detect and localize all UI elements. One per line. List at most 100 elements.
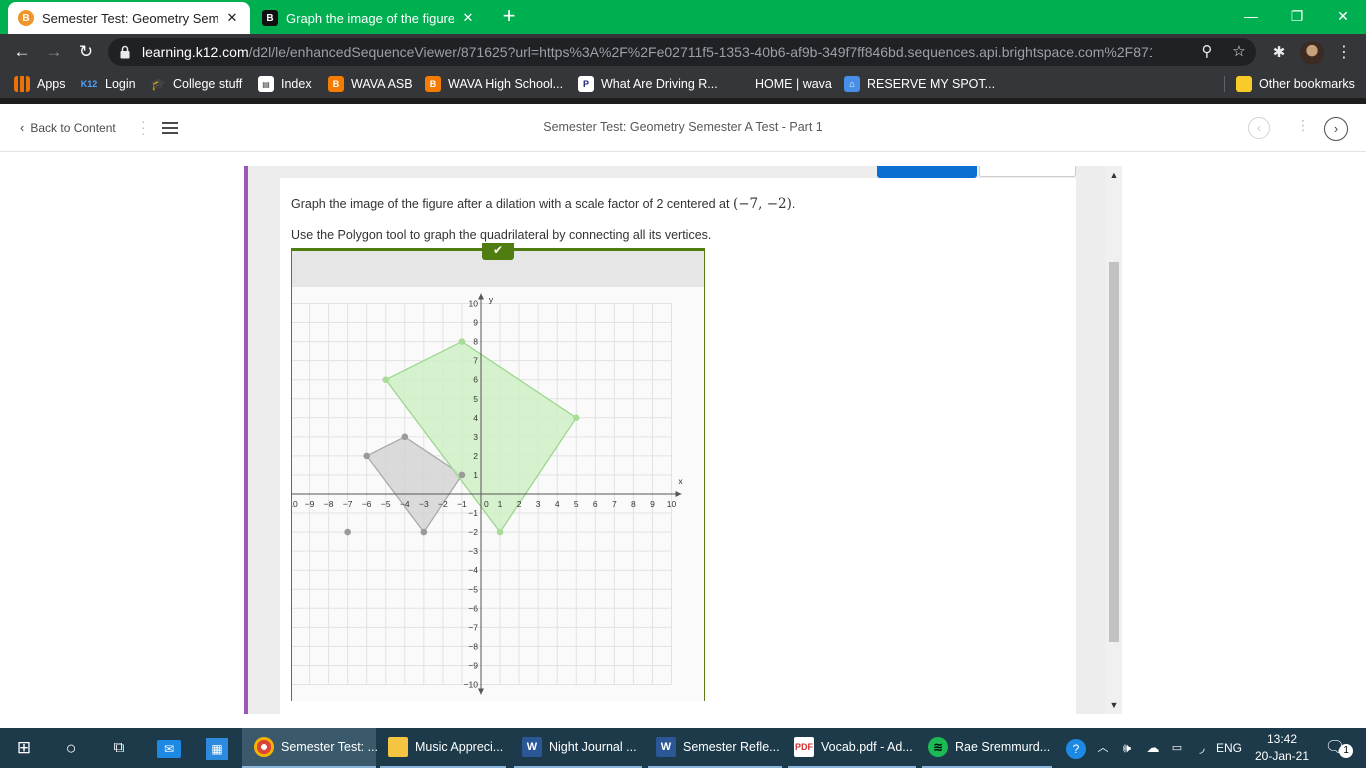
vertex-point[interactable] (572, 414, 580, 422)
tab-graph-image[interactable]: B Graph the image of the figure aft ✕ (252, 2, 486, 34)
y-tick-label: 9 (473, 318, 478, 328)
tab-title: Semester Test: Geometry Semeste (42, 10, 218, 26)
task-view-icon[interactable]: ⧉ (104, 728, 134, 768)
secondary-button[interactable] (979, 166, 1076, 177)
search-circle-icon[interactable]: ○ (56, 728, 86, 768)
close-icon[interactable]: ✕ (224, 10, 240, 26)
taskbar-night-journal[interactable]: W Night Journal ... (514, 728, 642, 768)
profile-avatar[interactable] (1300, 41, 1324, 65)
x-tick-label: 3 (536, 499, 541, 509)
extensions-puzzle-icon[interactable]: ✱ (1268, 42, 1290, 64)
browser-tab-strip: B Semester Test: Geometry Semeste ✕ B Gr… (0, 0, 1366, 34)
vertex-point[interactable] (496, 528, 504, 536)
graphing-widget[interactable]: ✔ −10−9−8−7−6−5−4−3−2−112345678910−10−9−… (291, 243, 705, 701)
bookmark-label: Apps (37, 77, 66, 91)
y-tick-label: 5 (473, 394, 478, 404)
tab-semester-test[interactable]: B Semester Test: Geometry Semeste ✕ (8, 2, 250, 34)
word-icon: W (656, 737, 676, 757)
taskbar-chrome[interactable]: Semester Test: ... (242, 728, 379, 768)
vertex-point[interactable] (382, 376, 390, 383)
bookmark-driving[interactable]: P What Are Driving R... (578, 75, 718, 93)
k12-icon: K12 (80, 79, 98, 89)
onedrive-cloud-icon[interactable]: ☁ (1142, 728, 1164, 768)
x-tick-label: 8 (631, 499, 636, 509)
bookmark-apps[interactable]: Apps (14, 75, 66, 93)
brightspace-icon: B (18, 10, 34, 26)
bookmark-login[interactable]: K12 Login (80, 75, 136, 93)
vertex-point[interactable] (420, 528, 428, 536)
wifi-icon[interactable]: ◞ (1192, 728, 1212, 768)
y-tick-label: −4 (468, 565, 478, 575)
back-arrow-icon[interactable]: ← (10, 41, 34, 63)
notification-count: 1 (1339, 744, 1354, 758)
bookmark-wava-high-school[interactable]: B WAVA High School... (425, 75, 563, 93)
taskbar-label: Music Appreci... (415, 740, 504, 754)
battery-icon[interactable]: ▭ (1166, 728, 1188, 768)
blogger-icon: B (425, 76, 441, 92)
minimize-button[interactable]: — (1228, 4, 1274, 28)
question-instruction: Use the Polygon tool to graph the quadri… (291, 228, 712, 242)
restore-button[interactable]: ❐ (1274, 4, 1320, 28)
x-tick-label: −2 (438, 499, 448, 509)
primary-button[interactable] (877, 166, 977, 178)
x-tick-label: −7 (343, 499, 353, 509)
coordinate-plane[interactable]: −10−9−8−7−6−5−4−3−2−112345678910−10−9−8−… (292, 287, 704, 701)
dilation-center-point[interactable] (344, 528, 351, 536)
chevron-up-icon[interactable]: ︿ (1094, 728, 1112, 768)
dilation-center: (−7, −2) (732, 196, 792, 212)
taskbar-spotify[interactable]: ≋ Rae Sremmurd... (922, 728, 1052, 768)
next-icon[interactable]: › (1324, 117, 1348, 141)
origin-label: 0 (484, 499, 489, 509)
forward-arrow-icon[interactable]: → (42, 41, 66, 63)
close-icon[interactable]: ✕ (460, 10, 476, 26)
help-icon[interactable]: ? (1064, 728, 1088, 768)
new-tab-button[interactable]: + (498, 5, 520, 28)
taskbar-semester-reflection[interactable]: W Semester Refle... (648, 728, 782, 768)
y-tick-label: 4 (473, 413, 478, 423)
clock[interactable]: 13:42 20-Jan-21 (1248, 731, 1316, 765)
x-tick-label: −8 (324, 499, 334, 509)
x-tick-label: −9 (305, 499, 315, 509)
chrome-menu-icon[interactable]: ⋮ (1334, 42, 1354, 64)
zoom-search-icon[interactable]: ⚲ (1198, 43, 1216, 61)
y-tick-label: −5 (468, 584, 478, 594)
scroll-down-icon[interactable]: ▼ (1106, 700, 1122, 710)
previous-icon[interactable]: ‹ (1248, 117, 1270, 139)
volume-icon[interactable]: 🕪 (1116, 728, 1138, 768)
x-tick-label: 7 (612, 499, 617, 509)
vertex-point[interactable] (458, 338, 466, 345)
vertex-point[interactable] (401, 433, 409, 441)
scrollbar[interactable]: ▲ ▼ (1106, 166, 1122, 714)
bookmark-home-wava[interactable]: HOME | wava (732, 75, 832, 93)
vertex-point[interactable] (458, 471, 466, 479)
bookmark-reserve-spot[interactable]: ⌂ RESERVE MY SPOT... (844, 75, 995, 93)
separator-dots: ⋮ (1296, 117, 1310, 133)
graduation-cap-icon: 🎓 (150, 77, 166, 91)
mail-icon[interactable]: ✉ (154, 728, 184, 768)
vertex-point[interactable] (363, 452, 370, 460)
prompt-text: Graph the image of the figure after a di… (291, 197, 730, 211)
bookmark-label: HOME | wava (755, 77, 832, 91)
x-tick-label: 9 (650, 499, 655, 509)
windows-start-icon[interactable]: ⊞ (10, 728, 38, 768)
language-indicator[interactable]: ENG (1214, 728, 1244, 768)
bookmark-other[interactable]: Other bookmarks (1236, 75, 1355, 93)
taskbar-vocab-pdf[interactable]: PDF Vocab.pdf - Ad... (788, 728, 916, 768)
window-close-button[interactable]: ✕ (1320, 4, 1366, 28)
taskbar-label: Semester Test: ... (281, 740, 379, 754)
taskbar-music-appreciation[interactable]: Music Appreci... (380, 728, 506, 768)
bookmark-index[interactable]: ▤ Index (258, 75, 312, 93)
x-tick-label: −4 (400, 499, 410, 509)
bookmark-college-stuff[interactable]: 🎓 College stuff (150, 75, 243, 93)
x-tick-label: 6 (593, 499, 598, 509)
y-tick-label: −10 (464, 680, 479, 690)
notifications-icon[interactable]: 🗨 1 (1320, 728, 1354, 768)
calculator-icon[interactable]: ▦ (202, 728, 232, 768)
bookmark-wava-asb[interactable]: B WAVA ASB (328, 75, 413, 93)
bookmark-star-icon[interactable]: ☆ (1230, 43, 1248, 61)
reload-icon[interactable]: ↻ (74, 41, 98, 63)
file-explorer-icon (388, 737, 408, 757)
scrollbar-thumb[interactable] (1109, 262, 1119, 642)
scroll-up-icon[interactable]: ▲ (1106, 170, 1122, 180)
address-bar[interactable]: learning.k12.com/d2l/le/enhancedSequence… (108, 38, 1256, 66)
